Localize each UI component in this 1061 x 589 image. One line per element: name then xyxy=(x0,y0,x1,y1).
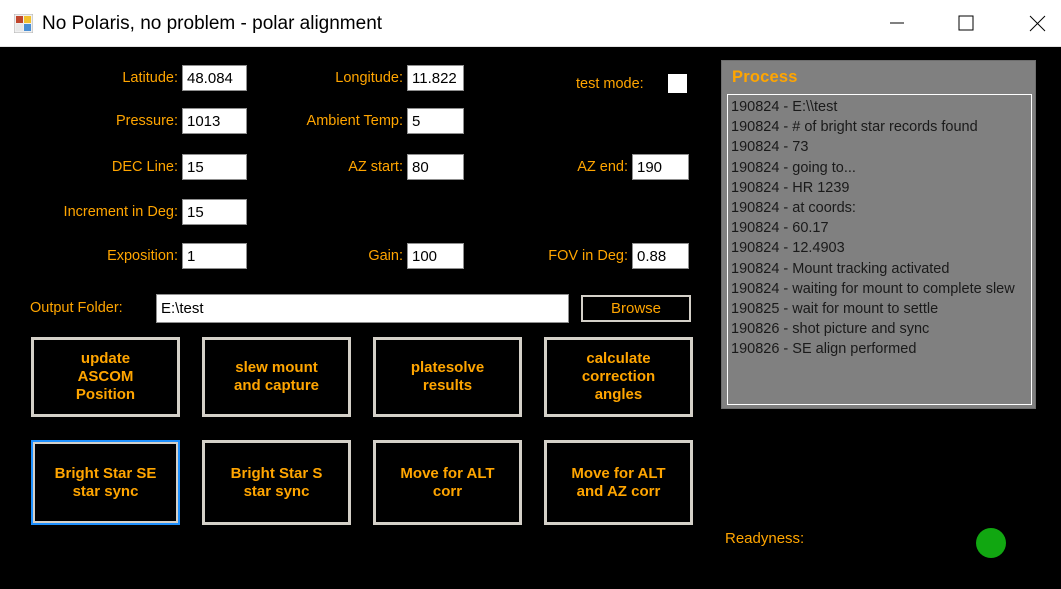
move-for-alt-corr-button[interactable]: Move for ALT corr xyxy=(373,440,522,525)
process-log-line: 190824 - HR 1239 xyxy=(731,179,850,196)
process-panel: Process 190824 - E:\\test 190824 - # of b… xyxy=(721,60,1036,409)
process-log-line: 190824 - going to... xyxy=(731,159,856,176)
input-pressure[interactable] xyxy=(182,108,247,134)
readyness-status-indicator xyxy=(976,528,1006,558)
input-ambient-temp[interactable] xyxy=(407,108,464,134)
window-title: No Polaris, no problem - polar alignment xyxy=(42,13,383,34)
title-bar: No Polaris, no problem - polar alignment xyxy=(0,0,1061,47)
process-log-line: 190824 - 12.4903 xyxy=(731,240,845,257)
input-dec-line[interactable] xyxy=(182,154,247,180)
label-increment-in-deg: Increment in Deg: xyxy=(63,204,178,220)
minimize-button[interactable] xyxy=(873,0,920,46)
label-latitude: Latitude: xyxy=(122,70,178,86)
label-fov-in-deg: FOV in Deg: xyxy=(548,248,628,264)
label-test-mode: test mode: xyxy=(576,76,644,92)
label-ambient-temp: Ambient Temp: xyxy=(306,113,403,129)
slew-mount-and-capture-button[interactable]: slew mount and capture xyxy=(202,337,351,417)
label-exposition: Exposition: xyxy=(107,248,178,264)
update-ascom-position-button[interactable]: update ASCOM Position xyxy=(31,337,180,417)
input-longitude[interactable] xyxy=(407,65,464,91)
label-pressure: Pressure: xyxy=(115,113,178,129)
move-for-alt-and-az-corr-button[interactable]: Move for ALT and AZ corr xyxy=(544,440,693,525)
process-panel-title: Process xyxy=(732,68,798,86)
label-dec-line: DEC Line: xyxy=(111,159,178,175)
label-gain: Gain: xyxy=(368,248,403,264)
label-az-end: AZ end: xyxy=(577,159,628,175)
label-output-folder: Output Folder: xyxy=(30,300,123,316)
process-log-line: 190824 - # of bright star records found xyxy=(731,119,978,136)
input-az-end[interactable] xyxy=(632,154,689,180)
bright-star-s-star-sync-button[interactable]: Bright Star S star sync xyxy=(202,440,351,525)
label-az-start: AZ start: xyxy=(348,159,403,175)
process-log-line: 190824 - 60.17 xyxy=(731,220,829,237)
process-log-line: 190825 - wait for mount to settle xyxy=(731,301,939,318)
bright-star-se-star-sync-button[interactable]: Bright Star SE star sync xyxy=(31,440,180,525)
browse-button[interactable]: Browse xyxy=(581,295,691,322)
calculate-correction-angles-button[interactable]: calculate correction angles xyxy=(544,337,693,417)
input-exposition[interactable] xyxy=(182,243,247,269)
input-output-folder[interactable] xyxy=(156,294,569,323)
process-log-list[interactable]: 190824 - E:\\test 190824 - # of bright st… xyxy=(727,94,1032,405)
process-log-line: 190824 - 73 xyxy=(731,139,809,156)
process-log-line: 190826 - shot picture and sync xyxy=(731,321,930,338)
input-gain[interactable] xyxy=(407,243,464,269)
input-latitude[interactable] xyxy=(182,65,247,91)
label-longitude: Longitude: xyxy=(335,70,403,86)
platesolve-results-button[interactable]: platesolve results xyxy=(373,337,522,417)
process-log-line: 190824 - Mount tracking activated xyxy=(731,260,950,277)
input-az-start[interactable] xyxy=(407,154,464,180)
application-window: No Polaris, no problem - polar alignment… xyxy=(0,0,1061,589)
input-increment-in-deg[interactable] xyxy=(182,199,247,225)
process-log-line: 190824 - waiting for mount to complete s… xyxy=(731,280,1015,297)
process-log-line: 190824 - at coords: xyxy=(731,200,856,217)
input-fov-in-deg[interactable] xyxy=(632,243,689,269)
maximize-button[interactable] xyxy=(942,0,989,46)
process-log-line: 190824 - E:\\test xyxy=(731,99,838,115)
close-button[interactable] xyxy=(1014,0,1061,46)
readyness-label: Readyness: xyxy=(725,530,805,547)
process-log-line: 190826 - SE align performed xyxy=(731,341,917,358)
checkbox-test-mode[interactable] xyxy=(668,74,687,93)
app-icon xyxy=(13,13,34,34)
